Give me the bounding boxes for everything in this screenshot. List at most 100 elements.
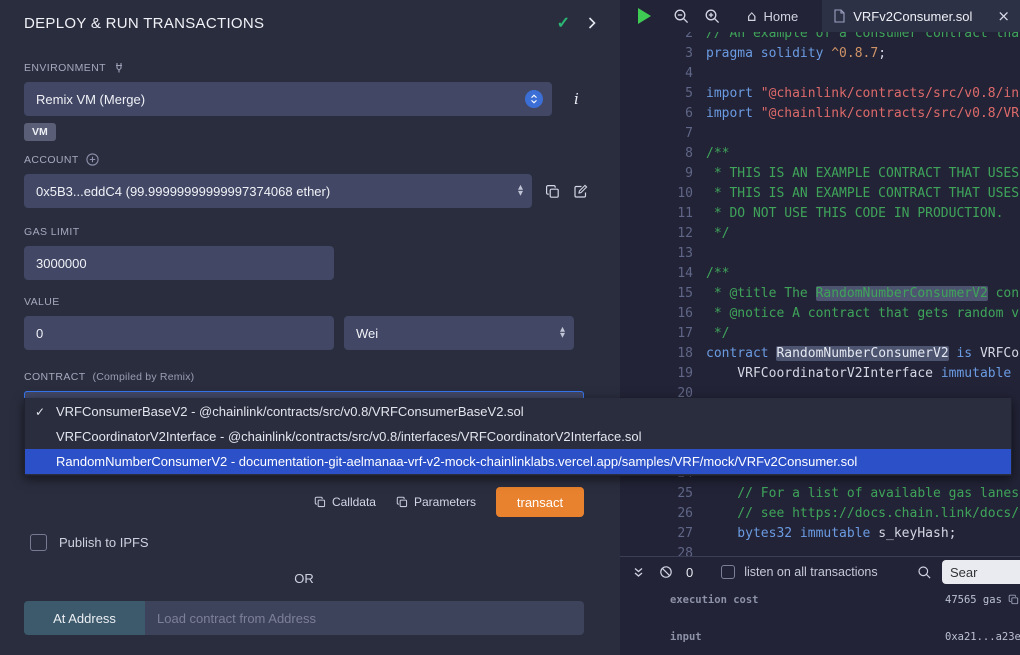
parameters-label: Parameters <box>414 495 476 509</box>
select-arrows-icon: ▲▼ <box>518 174 523 208</box>
code-line: 4 <box>620 64 1020 84</box>
account-label-row: ACCOUNT <box>24 153 596 166</box>
edit-account-icon[interactable] <box>573 184 588 199</box>
run-script-play-icon[interactable] <box>638 8 651 24</box>
code-line: 25 // For a list of available gas lanes … <box>620 484 1020 504</box>
plus-circle-icon[interactable] <box>86 153 99 166</box>
contract-label: CONTRACT <box>24 371 86 383</box>
calldata-button[interactable]: Calldata <box>314 495 376 509</box>
tab-active-label: VRFv2Consumer.sol <box>853 9 972 24</box>
account-row: 0x5B3...eddC4 (99.99999999999997374068 e… <box>24 174 596 208</box>
code-line: 19 VRFCoordinatorV2Interface immutable C… <box>620 364 1020 384</box>
tab-home-label: Home <box>764 9 799 24</box>
close-tab-icon[interactable]: × <box>997 7 1010 25</box>
contract-option[interactable]: VRFCoordinatorV2Interface - @chainlink/c… <box>25 424 1011 449</box>
terminal: 0 listen on all transactions execution c… <box>620 556 1020 655</box>
code-line: 3pragma solidity ^0.8.7; <box>620 44 1020 64</box>
terminal-row-value: 47565 gas <box>945 594 1019 606</box>
search-icon <box>917 565 932 580</box>
code-line: 9 * THIS IS AN EXAMPLE CONTRACT THAT USE… <box>620 164 1020 184</box>
editor-topbar: ⌂ Home VRFv2Consumer.sol × <box>620 0 1020 32</box>
terminal-search-input[interactable] <box>942 560 1020 584</box>
copy-icon <box>314 496 326 508</box>
publish-row: Publish to IPFS <box>30 534 596 551</box>
contract-option[interactable]: ✓ VRFConsumerBaseV2 - @chainlink/contract… <box>25 399 1011 424</box>
terminal-row-key: execution cost <box>670 594 945 606</box>
copy-account-icon[interactable] <box>545 184 560 199</box>
transact-button[interactable]: transact <box>496 487 584 517</box>
publish-ipfs-checkbox[interactable] <box>30 534 47 551</box>
pending-tx-count: 0 <box>686 565 693 580</box>
check-icon: ✓ <box>35 405 48 419</box>
code-line: 18contract RandomNumberConsumerV2 is VRF… <box>620 344 1020 364</box>
code-line: 17 */ <box>620 324 1020 344</box>
panel-header: DEPLOY & RUN TRANSACTIONS ✓ <box>0 0 620 36</box>
code-line: 5import "@chainlink/contracts/src/v0.8/i… <box>620 84 1020 104</box>
listen-all-transactions-checkbox[interactable] <box>721 565 735 579</box>
listen-all-transactions-label: listen on all transactions <box>744 565 877 579</box>
contract-sublabel: (Compiled by Remix) <box>93 371 195 383</box>
zoom-in-icon[interactable] <box>704 8 721 25</box>
terminal-row-key: input <box>670 631 945 643</box>
code-line: 13 <box>620 244 1020 264</box>
value-input[interactable] <box>24 316 334 350</box>
terminal-row-value: 0xa21...a23e <box>945 631 1020 643</box>
publish-ipfs-label: Publish to IPFS <box>59 535 149 550</box>
value-row: Wei ▲▼ <box>24 316 596 350</box>
at-address-row: At Address <box>24 601 584 635</box>
account-select[interactable]: 0x5B3...eddC4 (99.99999999999997374068 e… <box>24 174 532 208</box>
code-line: 8/** <box>620 144 1020 164</box>
code-line: 11 * DO NOT USE THIS CODE IN PRODUCTION. <box>620 204 1020 224</box>
environment-label: ENVIRONMENT <box>24 62 106 74</box>
remix-ide: DEPLOY & RUN TRANSACTIONS ✓ ENVIRONMENT … <box>0 0 1020 655</box>
at-address-button[interactable]: At Address <box>24 601 145 635</box>
terminal-rows: execution cost47565 gas input0xa21...a23e <box>620 592 1020 644</box>
code-line: 10 * THIS IS AN EXAMPLE CONTRACT THAT US… <box>620 184 1020 204</box>
or-divider: OR <box>24 571 584 586</box>
environment-label-row: ENVIRONMENT <box>24 62 596 74</box>
plug-icon <box>113 62 125 74</box>
value-label-row: VALUE <box>24 296 596 308</box>
panel-title: DEPLOY & RUN TRANSACTIONS <box>24 15 264 32</box>
code-line: 2// An example of a consumer contract th… <box>620 32 1020 44</box>
expand-terminal-chevrons-icon[interactable] <box>632 566 645 579</box>
contract-option-label: RandomNumberConsumerV2 - documentation-g… <box>56 454 857 469</box>
environment-row: Remix VM (Merge) i <box>24 82 596 116</box>
vm-badge: VM <box>24 123 56 141</box>
terminal-row: input0xa21...a23e <box>670 629 1020 644</box>
contract-option-label: VRFCoordinatorV2Interface - @chainlink/c… <box>56 429 641 444</box>
account-selected-value: 0x5B3...eddC4 (99.99999999999997374068 e… <box>36 184 330 199</box>
contract-select[interactable] <box>24 391 584 398</box>
gas-limit-input[interactable] <box>24 246 334 280</box>
code-lines: 2// An example of a consumer contract th… <box>620 32 1020 557</box>
deploy-panel-content: ENVIRONMENT Remix VM (Merge) i VM ACCOUN… <box>0 62 620 635</box>
code-line: 26 // see https://docs.chain.link/docs/v… <box>620 504 1020 524</box>
tab-home[interactable]: ⌂ Home <box>747 7 798 25</box>
info-icon[interactable]: i <box>574 90 579 108</box>
code-editor[interactable]: 2// An example of a consumer contract th… <box>620 32 1020 557</box>
editor-panel: ⌂ Home VRFv2Consumer.sol × 2// An exampl… <box>620 0 1020 655</box>
code-line: 7 <box>620 124 1020 144</box>
code-line: 6import "@chainlink/contracts/src/v0.8/V… <box>620 104 1020 124</box>
zoom-out-icon[interactable] <box>673 8 690 25</box>
code-line: 27 bytes32 immutable s_keyHash; <box>620 524 1020 544</box>
contract-option-label: VRFConsumerBaseV2 - @chainlink/contracts… <box>56 404 524 419</box>
chevron-right-icon[interactable] <box>588 17 596 29</box>
code-line: 15 * @title The RandomNumberConsumerV2 c… <box>620 284 1020 304</box>
contract-option[interactable]: RandomNumberConsumerV2 - documentation-g… <box>25 449 1011 474</box>
environment-select[interactable]: Remix VM (Merge) <box>24 82 552 116</box>
contract-label-row: CONTRACT (Compiled by Remix) <box>24 371 596 383</box>
tab-vrfv2consumer[interactable]: VRFv2Consumer.sol × <box>822 0 1020 32</box>
clear-console-ban-icon[interactable] <box>659 565 673 579</box>
at-address-input[interactable] <box>145 601 584 635</box>
parameters-button[interactable]: Parameters <box>396 495 476 509</box>
code-line: 12 */ <box>620 224 1020 244</box>
value-unit-select[interactable]: Wei ▲▼ <box>344 316 574 350</box>
value-unit-selected: Wei <box>356 326 378 341</box>
code-line: 14/** <box>620 264 1020 284</box>
copy-icon[interactable] <box>1008 594 1019 605</box>
select-caret-badge-icon <box>525 90 543 108</box>
select-arrows-icon: ▲▼ <box>560 316 565 350</box>
deploy-run-panel: DEPLOY & RUN TRANSACTIONS ✓ ENVIRONMENT … <box>0 0 620 655</box>
copy-icon <box>396 496 408 508</box>
